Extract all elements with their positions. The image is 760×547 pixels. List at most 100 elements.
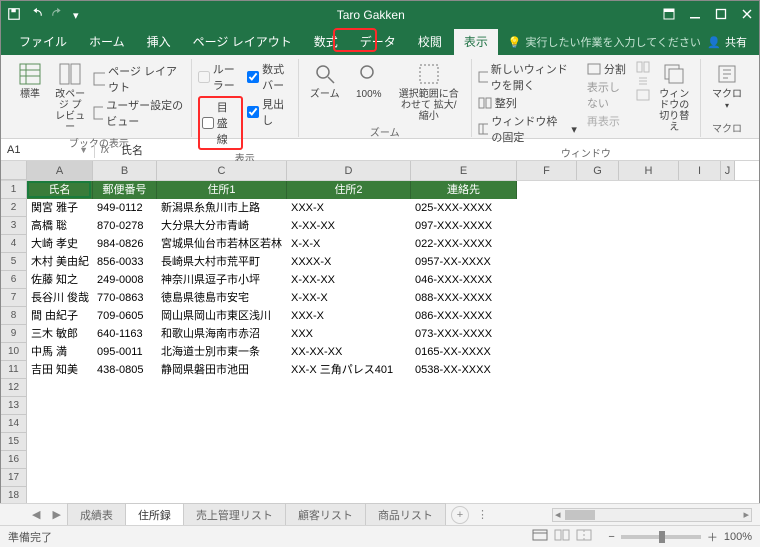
cell[interactable] bbox=[721, 361, 735, 379]
cell[interactable] bbox=[619, 343, 679, 361]
sheet-tab[interactable]: 成績表 bbox=[67, 503, 126, 526]
cell[interactable] bbox=[517, 271, 577, 289]
row-header[interactable]: 8 bbox=[1, 307, 27, 325]
zoom-out-icon[interactable]: − bbox=[608, 531, 614, 543]
cell[interactable] bbox=[619, 289, 679, 307]
close-icon[interactable] bbox=[741, 8, 753, 23]
cell[interactable] bbox=[577, 271, 619, 289]
cell[interactable] bbox=[619, 253, 679, 271]
cell[interactable] bbox=[517, 469, 577, 487]
minimize-icon[interactable] bbox=[689, 8, 701, 23]
cell[interactable]: XXXX-X bbox=[287, 253, 411, 271]
cell[interactable] bbox=[721, 415, 735, 433]
cell[interactable]: X-X-X bbox=[287, 235, 411, 253]
formula-bar-checkbox[interactable]: 数式バー bbox=[247, 61, 292, 93]
cell[interactable] bbox=[577, 343, 619, 361]
name-box[interactable]: A1▼ bbox=[1, 142, 95, 158]
tab-view[interactable]: 表示 bbox=[454, 29, 498, 55]
cell[interactable] bbox=[517, 289, 577, 307]
cell[interactable] bbox=[577, 451, 619, 469]
cell[interactable] bbox=[721, 307, 735, 325]
page-layout-view-icon[interactable] bbox=[554, 529, 570, 544]
cell[interactable] bbox=[517, 415, 577, 433]
cell[interactable]: 709-0605 bbox=[93, 307, 157, 325]
page-layout-button[interactable]: ページ レイアウト bbox=[93, 63, 184, 95]
zoom-to-selection-button[interactable]: 選択範囲に合わせて 拡大/縮小 bbox=[393, 59, 465, 124]
horizontal-scrollbar[interactable]: ◂▸ bbox=[552, 508, 752, 522]
cell[interactable] bbox=[679, 325, 721, 343]
row-header[interactable]: 10 bbox=[1, 343, 27, 361]
cell[interactable] bbox=[517, 199, 577, 217]
cell[interactable] bbox=[577, 379, 619, 397]
cell[interactable] bbox=[619, 307, 679, 325]
cell[interactable] bbox=[619, 415, 679, 433]
row-header[interactable]: 6 bbox=[1, 271, 27, 289]
col-G[interactable]: G bbox=[577, 161, 619, 180]
cell[interactable] bbox=[721, 379, 735, 397]
table-header-cell[interactable]: 住所2 bbox=[287, 181, 411, 199]
cell[interactable]: 徳島県徳島市安宅 bbox=[157, 289, 287, 307]
cell[interactable] bbox=[577, 397, 619, 415]
cell[interactable] bbox=[679, 307, 721, 325]
cell[interactable] bbox=[721, 271, 735, 289]
custom-views-button[interactable]: ユーザー設定のビュー bbox=[93, 97, 184, 129]
col-E[interactable]: E bbox=[411, 161, 517, 180]
cell[interactable]: 中馬 満 bbox=[27, 343, 93, 361]
row-header[interactable]: 12 bbox=[1, 379, 27, 397]
cell[interactable]: 0538-XX-XXXX bbox=[411, 361, 517, 379]
cell[interactable] bbox=[721, 469, 735, 487]
row-header[interactable]: 3 bbox=[1, 217, 27, 235]
cell[interactable]: 宮城県仙台市若林区若林 bbox=[157, 235, 287, 253]
cell[interactable]: 088-XXX-XXXX bbox=[411, 289, 517, 307]
row-header[interactable]: 16 bbox=[1, 451, 27, 469]
cell[interactable] bbox=[619, 271, 679, 289]
cell[interactable] bbox=[157, 415, 287, 433]
cell[interactable]: 025-XXX-XXXX bbox=[411, 199, 517, 217]
cell[interactable]: X-XX-XX bbox=[287, 271, 411, 289]
table-header-cell[interactable]: 氏名 bbox=[27, 181, 93, 199]
cell[interactable]: XXX-X bbox=[287, 199, 411, 217]
cell[interactable] bbox=[157, 379, 287, 397]
tab-insert[interactable]: 挿入 bbox=[137, 29, 181, 55]
cell[interactable] bbox=[577, 307, 619, 325]
headings-checkbox[interactable]: 見出し bbox=[247, 96, 292, 128]
cell[interactable] bbox=[577, 361, 619, 379]
hide-button[interactable]: 表示しない bbox=[587, 79, 627, 111]
cell[interactable]: 神奈川県逗子市小坪 bbox=[157, 271, 287, 289]
tab-review[interactable]: 校閲 bbox=[408, 29, 452, 55]
cell[interactable] bbox=[679, 253, 721, 271]
cell[interactable]: 木村 美由紀 bbox=[27, 253, 93, 271]
cell[interactable]: 0957-XX-XXXX bbox=[411, 253, 517, 271]
cell[interactable] bbox=[721, 343, 735, 361]
cell[interactable] bbox=[27, 379, 93, 397]
table-header-cell[interactable]: 住所1 bbox=[157, 181, 287, 199]
ribbon-display-icon[interactable] bbox=[663, 8, 675, 23]
cell[interactable] bbox=[27, 451, 93, 469]
cell[interactable]: XX-XX-XX bbox=[287, 343, 411, 361]
col-J[interactable]: J bbox=[721, 161, 735, 180]
cell[interactable] bbox=[619, 325, 679, 343]
cell[interactable] bbox=[619, 379, 679, 397]
cell[interactable] bbox=[577, 217, 619, 235]
cell[interactable] bbox=[619, 451, 679, 469]
cell[interactable]: 086-XXX-XXXX bbox=[411, 307, 517, 325]
cell[interactable]: XXX-X bbox=[287, 307, 411, 325]
cell[interactable] bbox=[577, 433, 619, 451]
cell[interactable] bbox=[287, 397, 411, 415]
cell[interactable] bbox=[27, 469, 93, 487]
col-H[interactable]: H bbox=[619, 161, 679, 180]
cell[interactable] bbox=[517, 397, 577, 415]
cell[interactable]: 北海道士別市東一条 bbox=[157, 343, 287, 361]
cell[interactable] bbox=[517, 379, 577, 397]
cell[interactable] bbox=[411, 415, 517, 433]
arrange-all-button[interactable]: 整列 bbox=[478, 95, 577, 111]
cell[interactable] bbox=[517, 361, 577, 379]
cell[interactable] bbox=[287, 451, 411, 469]
table-header-cell[interactable] bbox=[721, 181, 735, 199]
page-break-preview-button[interactable]: 改ページ プレビュー bbox=[51, 59, 89, 135]
row-header[interactable]: 4 bbox=[1, 235, 27, 253]
zoom-percent[interactable]: 100% bbox=[724, 531, 752, 543]
cell[interactable] bbox=[577, 235, 619, 253]
row-header[interactable]: 1 bbox=[1, 181, 27, 199]
cell[interactable]: 長崎県大村市荒平町 bbox=[157, 253, 287, 271]
